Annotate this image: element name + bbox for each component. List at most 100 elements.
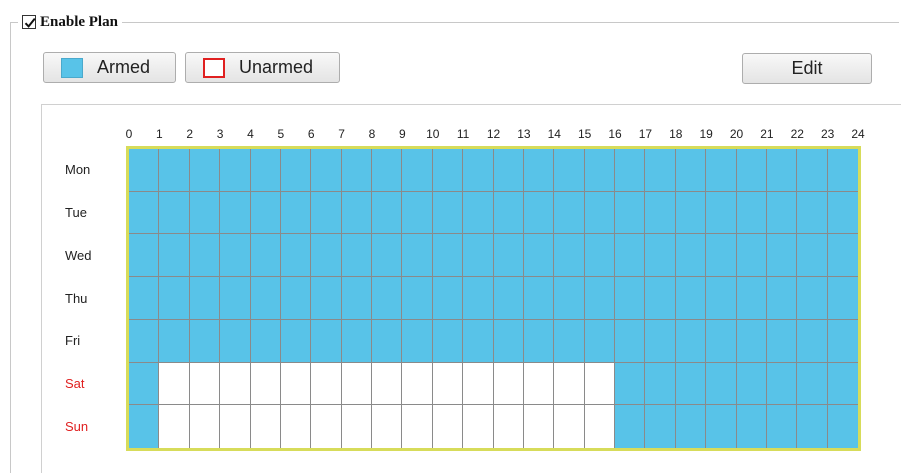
schedule-cell[interactable] bbox=[159, 234, 190, 278]
schedule-cell[interactable] bbox=[341, 319, 372, 363]
schedule-cell[interactable] bbox=[615, 405, 646, 448]
schedule-cell[interactable] bbox=[311, 234, 342, 278]
schedule-cell[interactable] bbox=[280, 362, 312, 406]
schedule-cell[interactable] bbox=[736, 234, 767, 278]
schedule-cell[interactable] bbox=[706, 319, 737, 363]
schedule-cell[interactable] bbox=[402, 362, 433, 406]
schedule-cell[interactable] bbox=[584, 191, 615, 235]
schedule-cell[interactable] bbox=[766, 405, 798, 448]
schedule-cell[interactable] bbox=[463, 191, 494, 235]
schedule-cell[interactable] bbox=[372, 149, 403, 192]
schedule-cell[interactable] bbox=[706, 277, 737, 320]
schedule-cell[interactable] bbox=[675, 319, 707, 363]
schedule-cell[interactable] bbox=[311, 405, 342, 448]
schedule-cell[interactable] bbox=[675, 362, 707, 406]
schedule-cell[interactable] bbox=[159, 405, 190, 448]
schedule-cell[interactable] bbox=[189, 149, 221, 192]
schedule-cell[interactable] bbox=[736, 191, 767, 235]
schedule-cell[interactable] bbox=[341, 362, 372, 406]
schedule-cell[interactable] bbox=[645, 319, 676, 363]
schedule-cell[interactable] bbox=[554, 362, 585, 406]
schedule-cell[interactable] bbox=[645, 277, 676, 320]
schedule-cell[interactable] bbox=[736, 405, 767, 448]
schedule-cell[interactable] bbox=[372, 191, 403, 235]
schedule-cell[interactable] bbox=[797, 277, 828, 320]
schedule-grid[interactable] bbox=[126, 146, 861, 451]
schedule-cell[interactable] bbox=[645, 362, 676, 406]
schedule-cell[interactable] bbox=[159, 362, 190, 406]
schedule-cell[interactable] bbox=[766, 319, 798, 363]
schedule-cell[interactable] bbox=[402, 277, 433, 320]
schedule-cell[interactable] bbox=[250, 149, 281, 192]
schedule-cell[interactable] bbox=[280, 149, 312, 192]
schedule-cell[interactable] bbox=[189, 362, 221, 406]
schedule-cell[interactable] bbox=[250, 319, 281, 363]
schedule-cell[interactable] bbox=[432, 149, 464, 192]
schedule-cell[interactable] bbox=[675, 191, 707, 235]
schedule-cell[interactable] bbox=[645, 191, 676, 235]
schedule-cell[interactable] bbox=[432, 234, 464, 278]
schedule-cell[interactable] bbox=[706, 405, 737, 448]
schedule-cell[interactable] bbox=[280, 277, 312, 320]
schedule-cell[interactable] bbox=[129, 319, 160, 363]
schedule-cell[interactable] bbox=[189, 191, 221, 235]
schedule-cell[interactable] bbox=[220, 234, 251, 278]
schedule-cell[interactable] bbox=[675, 149, 707, 192]
schedule-cell[interactable] bbox=[827, 191, 858, 235]
schedule-cell[interactable] bbox=[129, 191, 160, 235]
schedule-cell[interactable] bbox=[129, 362, 160, 406]
schedule-cell[interactable] bbox=[615, 149, 646, 192]
schedule-cell[interactable] bbox=[250, 277, 281, 320]
schedule-cell[interactable] bbox=[766, 234, 798, 278]
schedule-cell[interactable] bbox=[341, 234, 372, 278]
schedule-cell[interactable] bbox=[129, 149, 160, 192]
schedule-cell[interactable] bbox=[675, 277, 707, 320]
schedule-cell[interactable] bbox=[766, 362, 798, 406]
schedule-cell[interactable] bbox=[766, 191, 798, 235]
schedule-cell[interactable] bbox=[220, 405, 251, 448]
schedule-cell[interactable] bbox=[402, 319, 433, 363]
schedule-cell[interactable] bbox=[402, 149, 433, 192]
schedule-cell[interactable] bbox=[736, 149, 767, 192]
schedule-cell[interactable] bbox=[341, 405, 372, 448]
schedule-cell[interactable] bbox=[797, 149, 828, 192]
schedule-cell[interactable] bbox=[706, 362, 737, 406]
schedule-cell[interactable] bbox=[159, 191, 190, 235]
schedule-cell[interactable] bbox=[311, 362, 342, 406]
schedule-cell[interactable] bbox=[493, 277, 524, 320]
schedule-cell[interactable] bbox=[189, 277, 221, 320]
schedule-cell[interactable] bbox=[584, 234, 615, 278]
schedule-cell[interactable] bbox=[129, 234, 160, 278]
schedule-cell[interactable] bbox=[432, 362, 464, 406]
schedule-cell[interactable] bbox=[159, 319, 190, 363]
schedule-cell[interactable] bbox=[402, 405, 433, 448]
schedule-cell[interactable] bbox=[615, 191, 646, 235]
schedule-cell[interactable] bbox=[615, 234, 646, 278]
schedule-cell[interactable] bbox=[523, 277, 555, 320]
schedule-cell[interactable] bbox=[766, 277, 798, 320]
schedule-cell[interactable] bbox=[280, 319, 312, 363]
schedule-cell[interactable] bbox=[493, 191, 524, 235]
schedule-cell[interactable] bbox=[615, 277, 646, 320]
schedule-cell[interactable] bbox=[645, 149, 676, 192]
schedule-cell[interactable] bbox=[797, 405, 828, 448]
schedule-cell[interactable] bbox=[797, 191, 828, 235]
schedule-cell[interactable] bbox=[311, 149, 342, 192]
schedule-cell[interactable] bbox=[645, 405, 676, 448]
schedule-cell[interactable] bbox=[432, 405, 464, 448]
schedule-cell[interactable] bbox=[311, 191, 342, 235]
schedule-cell[interactable] bbox=[736, 319, 767, 363]
schedule-cell[interactable] bbox=[341, 277, 372, 320]
schedule-cell[interactable] bbox=[250, 405, 281, 448]
schedule-cell[interactable] bbox=[341, 191, 372, 235]
schedule-cell[interactable] bbox=[493, 234, 524, 278]
schedule-cell[interactable] bbox=[736, 277, 767, 320]
schedule-cell[interactable] bbox=[250, 362, 281, 406]
schedule-cell[interactable] bbox=[554, 319, 585, 363]
schedule-cell[interactable] bbox=[584, 149, 615, 192]
schedule-cell[interactable] bbox=[280, 234, 312, 278]
schedule-cell[interactable] bbox=[402, 191, 433, 235]
schedule-cell[interactable] bbox=[827, 319, 858, 363]
schedule-cell[interactable] bbox=[250, 234, 281, 278]
schedule-cell[interactable] bbox=[827, 405, 858, 448]
